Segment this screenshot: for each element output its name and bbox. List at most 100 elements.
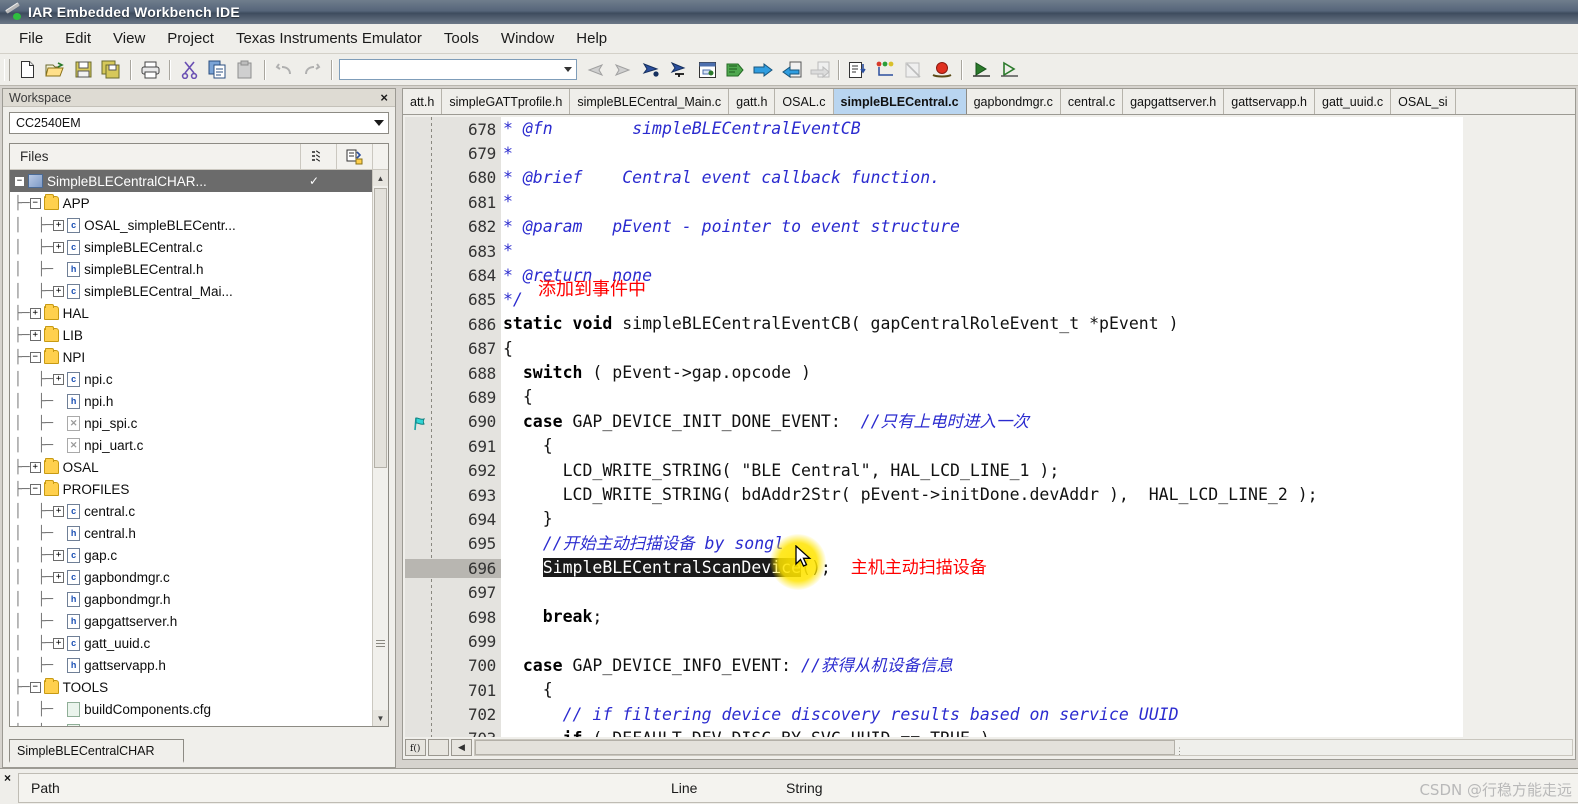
tree-item[interactable]: │ ├─hgapbondmgr.h: [10, 588, 372, 610]
scroll-left-icon[interactable]: ◀: [451, 739, 472, 756]
code-line-694[interactable]: 694 }: [405, 507, 1573, 531]
code-line-683[interactable]: 683*: [405, 239, 1573, 263]
open-folder-icon[interactable]: [41, 57, 69, 83]
menu-item-project[interactable]: Project: [156, 27, 225, 50]
step-icon[interactable]: [995, 57, 1023, 83]
code-line-689[interactable]: 689 {: [405, 385, 1573, 409]
code-line-696[interactable]: 696 SimpleBLECentralScanDevice(); 主机主动扫描…: [405, 556, 1573, 580]
workspace-config-select[interactable]: CC2540EM: [9, 112, 389, 134]
tree-item[interactable]: │ ├─+cgapbondmgr.c: [10, 566, 372, 588]
menu-item-file[interactable]: File: [8, 27, 54, 50]
expand-icon[interactable]: +: [30, 330, 41, 341]
tree-item[interactable]: │ ├─hsimpleBLECentral.h: [10, 258, 372, 280]
compile-icon[interactable]: [721, 57, 749, 83]
menu-item-view[interactable]: View: [102, 27, 156, 50]
tree-item[interactable]: ├─+LIB: [10, 324, 372, 346]
make-icon[interactable]: [749, 57, 777, 83]
tree-item[interactable]: │ ├─+csimpleBLECentral.c: [10, 236, 372, 258]
code-line-681[interactable]: 681*: [405, 190, 1573, 214]
replace-icon[interactable]: [693, 57, 721, 83]
save-icon[interactable]: [69, 57, 97, 83]
expand-icon[interactable]: +: [53, 572, 64, 583]
function-list-icon[interactable]: f(): [405, 739, 426, 756]
editor-tab-simplegattprofile-h[interactable]: simpleGATTprofile.h: [442, 89, 570, 114]
expand-icon[interactable]: +: [53, 242, 64, 253]
editor-tab-gatt-h[interactable]: gatt.h: [729, 89, 775, 114]
scroll-up-icon[interactable]: ▲: [373, 170, 388, 186]
code-line-701[interactable]: 701 {: [405, 678, 1573, 702]
menu-item-help[interactable]: Help: [565, 27, 618, 50]
editor-tab-central-c[interactable]: central.c: [1061, 89, 1123, 114]
scroll-down-icon[interactable]: ▼: [373, 710, 388, 726]
code-line-697[interactable]: 697: [405, 580, 1573, 604]
code-line-678[interactable]: 678* @fn simpleBLECentralEventCB: [405, 117, 1573, 141]
editor-tab-gattservapp-h[interactable]: gattservapp.h: [1224, 89, 1315, 114]
code-line-699[interactable]: 699: [405, 629, 1573, 653]
editor-tab-gatt-uuid-c[interactable]: gatt_uuid.c: [1315, 89, 1391, 114]
tree-item[interactable]: │ ├─hcentral.h: [10, 522, 372, 544]
new-document-icon[interactable]: [13, 57, 41, 83]
close-icon[interactable]: ×: [4, 771, 11, 785]
code-line-691[interactable]: 691 {: [405, 434, 1573, 458]
collapse-icon[interactable]: −: [30, 352, 41, 363]
column-line[interactable]: Line: [659, 780, 774, 796]
collapse-icon[interactable]: −: [30, 682, 41, 693]
tree-item[interactable]: │ ├─+ccentral.c: [10, 500, 372, 522]
tree-item[interactable]: │ ├─✕npi_spi.c: [10, 412, 372, 434]
tree-item[interactable]: │ ├─+cnpi.c: [10, 368, 372, 390]
collapse-icon[interactable]: −: [30, 484, 41, 495]
code-line-686[interactable]: 686static void simpleBLECentralEventCB( …: [405, 312, 1573, 336]
print-icon[interactable]: [136, 57, 164, 83]
tree-item[interactable]: ├─−PROFILES: [10, 478, 372, 500]
overview-icon[interactable]: [300, 144, 336, 169]
editor-tab-att-h[interactable]: att.h: [403, 89, 442, 114]
tree-item[interactable]: ├─−NPI: [10, 346, 372, 368]
expand-icon[interactable]: +: [30, 308, 41, 319]
editor-tab-gapbondmgr-c[interactable]: gapbondmgr.c: [967, 89, 1061, 114]
tree-item[interactable]: │ ├─+cOSAL_simpleBLECentr...: [10, 214, 372, 236]
copy-icon[interactable]: [203, 57, 231, 83]
code-line-703[interactable]: 703 if ( DEFAULT_DEV_DISC_BY_SVC_UUID ==…: [405, 727, 1573, 737]
tree-item[interactable]: │ ├─✕npi_uart.c: [10, 434, 372, 456]
code-line-692[interactable]: 692 LCD_WRITE_STRING( "BLE Central", HAL…: [405, 458, 1573, 482]
workspace-bottom-tab[interactable]: SimpleBLECentralCHAR: [9, 739, 184, 763]
code-line-679[interactable]: 679*: [405, 141, 1573, 165]
code-line-698[interactable]: 698 break;: [405, 605, 1573, 629]
tree-item[interactable]: │ ├─+cgatt_uuid.c: [10, 632, 372, 654]
code-line-688[interactable]: 688 switch ( pEvent->gap.opcode ): [405, 361, 1573, 385]
code-line-695[interactable]: 695 //开始主动扫描设备 by songl: [405, 532, 1573, 556]
expand-icon[interactable]: +: [53, 220, 64, 231]
tree-item[interactable]: −SimpleBLECentralCHAR...✓: [10, 170, 372, 192]
hscroll-thumb[interactable]: [475, 740, 1175, 755]
resize-grip[interactable]: ⋮: [1175, 746, 1184, 757]
editor-tab-simpleblecentral-c[interactable]: simpleBLECentral.c: [834, 89, 967, 114]
code-line-680[interactable]: 680* @brief Central event callback funct…: [405, 166, 1573, 190]
code-line-682[interactable]: 682* @param pEvent - pointer to event st…: [405, 215, 1573, 239]
bookmark-toggle-icon[interactable]: [637, 57, 665, 83]
tree-item[interactable]: ├─+HAL: [10, 302, 372, 324]
tree-item[interactable]: │ ├─buildConfig.cfg: [10, 720, 372, 726]
code-line-702[interactable]: 702 // if filtering device discovery res…: [405, 702, 1573, 726]
scrollbar-thumb[interactable]: [374, 188, 387, 468]
menu-item-tools[interactable]: Tools: [433, 27, 490, 50]
expand-icon[interactable]: +: [53, 286, 64, 297]
tree-item[interactable]: ├─−APP: [10, 192, 372, 214]
menu-item-texas-instruments-emulator[interactable]: Texas Instruments Emulator: [225, 27, 433, 50]
collapse-icon[interactable]: −: [14, 176, 25, 187]
tree-item[interactable]: │ ├─+csimpleBLECentral_Mai...: [10, 280, 372, 302]
tree-item[interactable]: │ ├─hgapgattserver.h: [10, 610, 372, 632]
tree-item[interactable]: │ ├─buildComponents.cfg: [10, 698, 372, 720]
editor-tab-gapgattserver-h[interactable]: gapgattserver.h: [1123, 89, 1224, 114]
expand-icon[interactable]: +: [53, 550, 64, 561]
column-string[interactable]: String: [774, 780, 823, 796]
tree-item[interactable]: │ ├─hgattservapp.h: [10, 654, 372, 676]
stop-build-icon[interactable]: [777, 57, 805, 83]
editor-horizontal-scrollbar[interactable]: f() ◀ ⋮: [405, 738, 1573, 757]
editor-tab-osal-c[interactable]: OSAL.c: [775, 89, 833, 114]
expand-icon[interactable]: +: [30, 462, 41, 473]
expand-icon[interactable]: +: [53, 638, 64, 649]
code-line-700[interactable]: 700 case GAP_DEVICE_INFO_EVENT: //获得从机设备…: [405, 654, 1573, 678]
code-line-687[interactable]: 687{: [405, 337, 1573, 361]
close-icon[interactable]: ×: [377, 90, 391, 105]
expand-icon[interactable]: +: [53, 506, 64, 517]
